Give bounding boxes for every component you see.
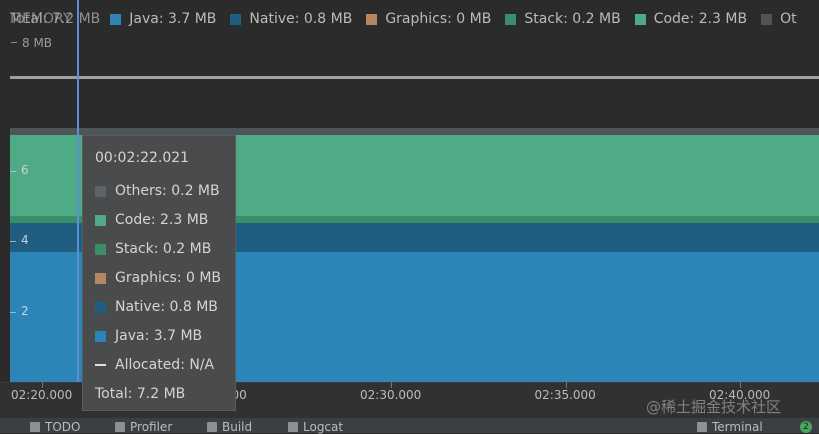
todo-icon <box>30 422 40 432</box>
legend-java-label: Java: 3.7 MB <box>129 11 217 27</box>
allocated-dash-icon <box>95 364 106 366</box>
profiler-tab-label: Profiler <box>130 420 173 434</box>
tooltip-row-java: Java: 3.7 MB <box>95 327 202 345</box>
terminal-tab-label: Terminal <box>712 420 763 434</box>
tooltip-row-allocated: Allocated: N/A <box>95 356 214 374</box>
tooltip-row-code: Code: 2.3 MB <box>95 211 208 229</box>
legend-code-label: Code: 2.3 MB <box>653 11 748 27</box>
stack-swatch-icon <box>95 243 106 255</box>
tooltip-row-stack: Stack: 0.2 MB <box>95 240 211 258</box>
tooltip-graphics-label: Graphics: 0 MB <box>115 270 222 286</box>
todo-tab-label: TODO <box>45 420 81 434</box>
code-swatch-icon <box>95 214 106 226</box>
build-tab-label: Build <box>222 420 253 434</box>
tooltip-row-graphics: Graphics: 0 MB <box>95 269 221 287</box>
legend-item-others: Ot <box>761 11 797 27</box>
max-tick-mark <box>11 42 17 43</box>
native-swatch-icon <box>230 13 242 25</box>
y-tick-mark-4 <box>10 241 16 243</box>
y-tick-label-4: 4 <box>21 233 29 248</box>
tooltip-total: Total: 7.2 MB <box>95 386 186 402</box>
memory-legend-bar: Total: 7.2 MB MEMORY Java: 3.7 MB Native… <box>0 0 819 76</box>
x-tick-label: 02:35.000 <box>534 388 596 402</box>
java-swatch-icon <box>110 13 122 25</box>
tooltip-time: 00:02:22.021 <box>95 150 190 166</box>
legend-item-code: Code: 2.3 MB <box>634 11 748 27</box>
tooltip-row-others: Others: 0.2 MB <box>95 182 220 200</box>
memory-tooltip: 00:02:22.021 Others: 0.2 MB Code: 2.3 MB… <box>82 135 236 411</box>
others-swatch-icon <box>95 185 106 197</box>
watermark-text: @稀土掘金技术社区 <box>646 398 782 416</box>
x-tick-label: 02:20.000 <box>11 388 73 402</box>
legend-graphics-label: Graphics: 0 MB <box>385 11 492 27</box>
graphics-swatch-icon <box>95 272 106 284</box>
legend-total: Total: 7.2 MB MEMORY <box>10 11 100 27</box>
todo-tab[interactable]: TODO <box>30 420 80 434</box>
code-swatch-icon <box>634 13 646 25</box>
tooltip-code-label: Code: 2.3 MB <box>115 212 209 228</box>
event-log-badge[interactable]: 2 <box>800 421 812 433</box>
y-tick-label-6: 6 <box>21 162 29 177</box>
others-swatch-icon <box>761 13 773 25</box>
legend-item-native: Native: 0.8 MB <box>230 11 352 27</box>
native-swatch-icon <box>95 301 106 313</box>
legend-memory-overlay: MEMORY <box>10 11 72 27</box>
logcat-tab-label: Logcat <box>303 420 344 434</box>
logcat-tab[interactable]: Logcat <box>288 420 343 434</box>
legend-row: Total: 7.2 MB MEMORY Java: 3.7 MB Native… <box>10 9 811 29</box>
x-tick-label: 02:30.000 <box>360 388 422 402</box>
y-max-label: 8 MB <box>22 36 53 50</box>
tooltip-native-label: Native: 0.8 MB <box>115 299 218 315</box>
graphics-swatch-icon <box>366 13 378 25</box>
y-tick-mark-6 <box>10 170 16 172</box>
tooltip-others-label: Others: 0.2 MB <box>115 183 220 199</box>
build-tab[interactable]: Build <box>207 420 252 434</box>
legend-item-stack: Stack: 0.2 MB <box>505 11 621 27</box>
profiler-tab[interactable]: Profiler <box>115 420 172 434</box>
legend-item-graphics: Graphics: 0 MB <box>366 11 491 27</box>
profiler-icon <box>115 422 125 432</box>
y-tick-mark-2 <box>10 311 16 313</box>
y-tick-label-2: 2 <box>21 303 29 318</box>
java-swatch-icon <box>95 330 106 342</box>
stack-swatch-icon <box>505 13 517 25</box>
timeline-cursor-line[interactable] <box>77 0 79 395</box>
legend-native-label: Native: 0.8 MB <box>249 11 353 27</box>
tooltip-allocated-label: Allocated: N/A <box>115 357 215 373</box>
legend-item-java: Java: 3.7 MB <box>110 11 216 27</box>
legend-stack-label: Stack: 0.2 MB <box>524 11 621 27</box>
build-icon <box>207 422 217 432</box>
tooltip-row-native: Native: 0.8 MB <box>95 298 218 316</box>
tooltip-java-label: Java: 3.7 MB <box>115 328 203 344</box>
terminal-tab[interactable]: Terminal <box>697 420 763 434</box>
tooltip-stack-label: Stack: 0.2 MB <box>115 241 212 257</box>
legend-others-label: Ot <box>780 11 797 27</box>
tool-window-bar: TODO Profiler Build Logcat Terminal 2 <box>0 418 819 434</box>
terminal-icon <box>697 422 707 432</box>
logcat-icon <box>288 422 298 432</box>
